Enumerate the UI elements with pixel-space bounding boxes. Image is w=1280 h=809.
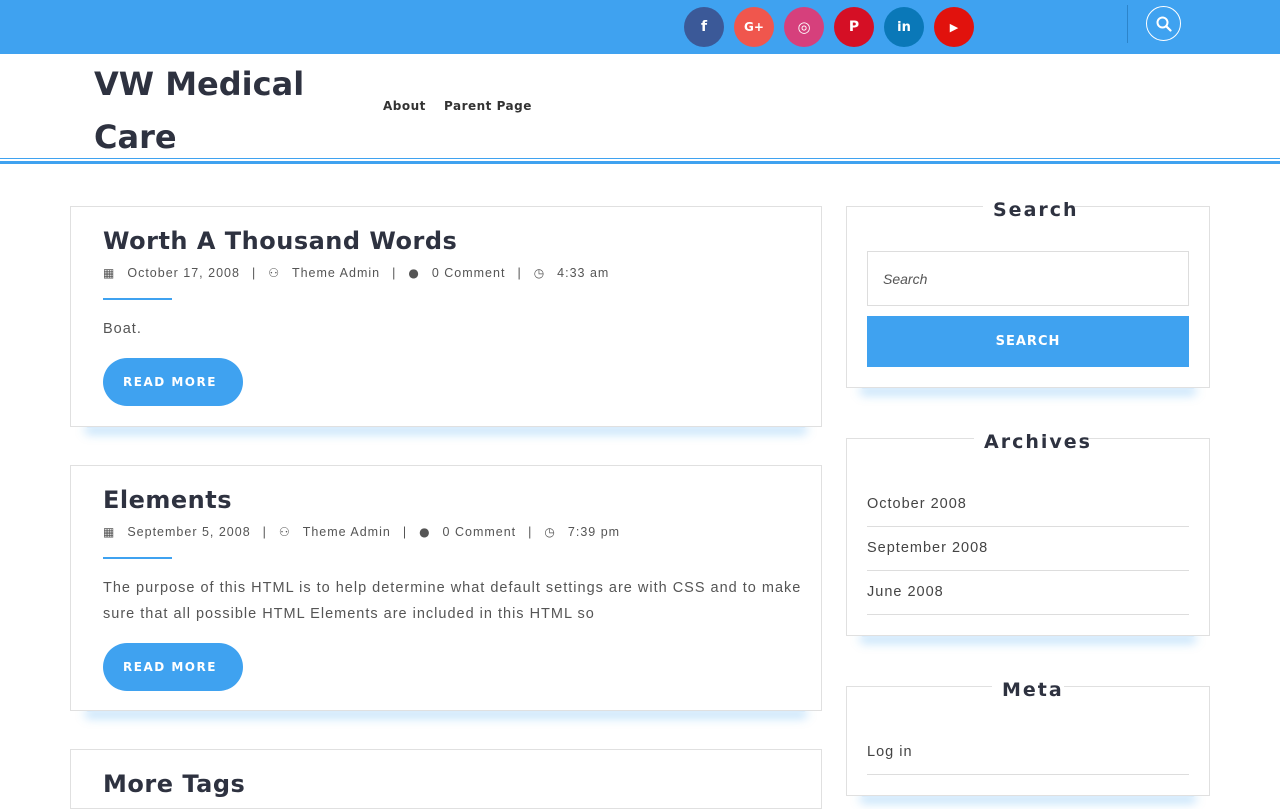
- topbar-divider: [1127, 5, 1128, 43]
- post-title[interactable]: Worth A Thousand Words: [103, 227, 457, 255]
- search-button[interactable]: SEARCH: [867, 316, 1189, 367]
- meta-separator: |: [517, 266, 522, 280]
- meta-separator: |: [262, 525, 267, 539]
- user-icon: ⚇: [268, 266, 280, 280]
- widget-title: Search: [983, 199, 1077, 221]
- list-divider: [867, 774, 1189, 775]
- post-time: 7:39 pm: [567, 525, 621, 539]
- archive-link[interactable]: October 2008: [867, 496, 1189, 512]
- top-bar: f G+ ◎ P in ▶: [0, 0, 1280, 54]
- widget-title: Archives: [974, 431, 1090, 453]
- search-icon-svg: [1156, 16, 1172, 32]
- post-time: 4:33 am: [557, 266, 610, 280]
- header-divider: [0, 158, 1280, 159]
- meta-link-login[interactable]: Log in: [867, 744, 1189, 760]
- clock-icon: ◷: [533, 266, 546, 280]
- post-date[interactable]: October 17, 2008: [127, 266, 240, 280]
- search-input[interactable]: [867, 251, 1189, 306]
- instagram-icon[interactable]: ◎: [784, 7, 824, 47]
- archive-link[interactable]: September 2008: [867, 540, 1189, 556]
- widget-title: Meta: [992, 679, 1064, 701]
- post-title[interactable]: More Tags: [103, 770, 245, 798]
- comments-icon: ●: [408, 266, 420, 280]
- read-more-button[interactable]: READ MORE: [103, 643, 243, 691]
- nav-item-parent-page[interactable]: Parent Page: [444, 99, 532, 113]
- post-author[interactable]: Theme Admin: [303, 525, 391, 539]
- post-excerpt: The purpose of this HTML is to help dete…: [103, 580, 802, 622]
- calendar-icon: ▦: [103, 266, 116, 280]
- post-comments[interactable]: 0 Comment: [432, 266, 506, 280]
- youtube-icon[interactable]: ▶: [934, 7, 974, 47]
- archive-link[interactable]: June 2008: [867, 584, 1189, 600]
- facebook-icon[interactable]: f: [684, 7, 724, 47]
- meta-widget: [846, 686, 1210, 796]
- post-author[interactable]: Theme Admin: [292, 266, 380, 280]
- meta-separator: |: [528, 525, 533, 539]
- linkedin-icon[interactable]: in: [884, 7, 924, 47]
- post-accent-line: [103, 298, 172, 300]
- pinterest-icon[interactable]: P: [834, 7, 874, 47]
- calendar-icon: ▦: [103, 525, 116, 539]
- header-divider-thick: [0, 161, 1280, 164]
- comments-icon: ●: [419, 525, 431, 539]
- search-icon[interactable]: [1146, 6, 1181, 41]
- archives-widget: [846, 438, 1210, 636]
- meta-separator: |: [392, 266, 397, 280]
- site-title[interactable]: VW Medical Care: [94, 58, 334, 164]
- post-accent-line: [103, 557, 172, 559]
- meta-separator: |: [402, 525, 408, 539]
- post-excerpt: Boat.: [103, 321, 142, 337]
- user-icon: ⚇: [278, 525, 291, 539]
- list-divider: [867, 614, 1189, 615]
- list-divider: [867, 526, 1189, 527]
- google-plus-icon[interactable]: G+: [734, 7, 774, 47]
- clock-icon: ◷: [544, 525, 556, 539]
- meta-separator: |: [251, 266, 257, 280]
- list-divider: [867, 570, 1189, 571]
- post-meta: ▦ October 17, 2008 | ⚇ Theme Admin | ● 0…: [103, 266, 609, 280]
- nav-item-about[interactable]: About: [383, 99, 426, 113]
- post-title[interactable]: Elements: [103, 486, 232, 514]
- read-more-button[interactable]: READ MORE: [103, 358, 243, 406]
- post-meta: ▦ September 5, 2008 | ⚇ Theme Admin | ● …: [103, 525, 620, 539]
- post-comments[interactable]: 0 Comment: [443, 525, 517, 539]
- post-date[interactable]: September 5, 2008: [127, 525, 250, 539]
